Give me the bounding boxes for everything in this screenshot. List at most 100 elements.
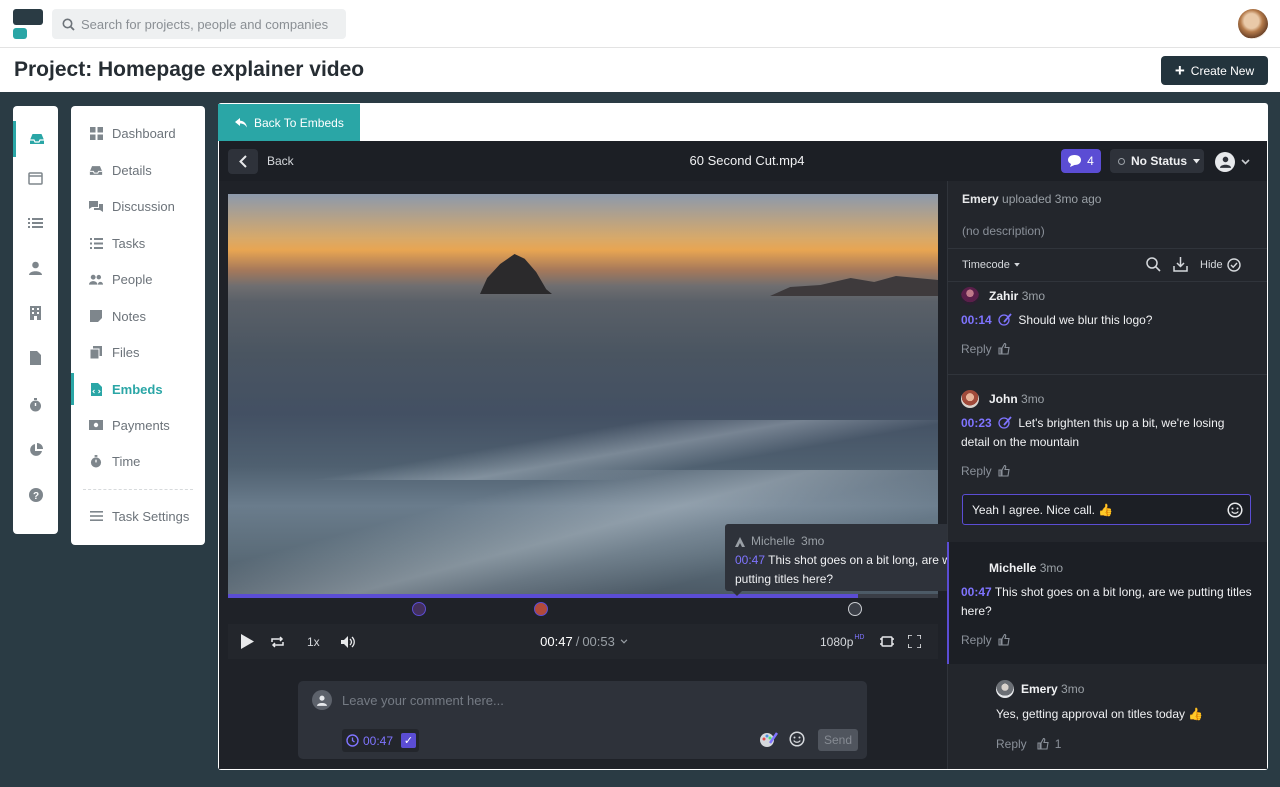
emoji-icon: [789, 731, 805, 747]
fullscreen-button[interactable]: [908, 624, 921, 659]
comment-marker[interactable]: [848, 602, 862, 616]
sort-dropdown[interactable]: Timecode: [962, 259, 1020, 271]
nav-item-files[interactable]: Files: [71, 336, 205, 368]
nav-item-task-settings[interactable]: Task Settings: [71, 500, 205, 532]
create-new-button[interactable]: + Create New: [1161, 56, 1268, 85]
divider: [947, 374, 1267, 375]
reply-button[interactable]: Reply 1: [996, 737, 1061, 751]
files-icon: [89, 345, 103, 359]
timecode-display[interactable]: 00:47 / 00:53: [534, 624, 634, 659]
comment-timecode[interactable]: 00:47: [961, 585, 992, 599]
create-new-label: Create New: [1190, 63, 1255, 78]
timer-icon: [30, 398, 41, 412]
nav-item-label: Payments: [112, 417, 170, 433]
search-input[interactable]: Search for projects, people and companie…: [52, 9, 346, 39]
user-avatar[interactable]: [1238, 9, 1268, 39]
hide-button[interactable]: Hide: [1200, 257, 1241, 272]
avatar: [996, 680, 1014, 698]
loop-button[interactable]: [270, 624, 285, 659]
play-icon: [241, 634, 254, 649]
rail-file[interactable]: [13, 340, 58, 376]
upload-info: Emery uploaded 3mo ago: [962, 192, 1101, 206]
comment-timecode[interactable]: 00:23: [961, 416, 992, 430]
comment-marker[interactable]: [534, 602, 548, 616]
timestamp-toggle[interactable]: 00:47 ✓: [342, 729, 419, 752]
play-button[interactable]: [241, 624, 254, 659]
thumbs-up-icon[interactable]: [998, 465, 1010, 477]
rail-help[interactable]: ?: [13, 477, 58, 513]
fit-screen-button[interactable]: [880, 624, 894, 659]
comment-marker[interactable]: [412, 602, 426, 616]
avatar: [312, 690, 332, 710]
calendar-icon: [28, 171, 43, 185]
reply-button[interactable]: Reply: [961, 342, 1010, 356]
rail-reports[interactable]: [13, 432, 58, 468]
emoji-button[interactable]: [789, 731, 805, 747]
search-placeholder: Search for projects, people and companie…: [81, 16, 329, 32]
current-time: 00:47: [540, 634, 573, 649]
uploader-name: Emery: [962, 192, 999, 206]
back-label[interactable]: Back: [267, 154, 294, 168]
nav-item-tasks[interactable]: Tasks: [71, 227, 205, 259]
avatar-icon: [735, 536, 745, 547]
reply-input[interactable]: Yeah I agree. Nice call. 👍: [962, 494, 1251, 525]
building-icon: [30, 306, 41, 320]
reply-button[interactable]: Reply: [961, 464, 1010, 478]
nav-item-embeds[interactable]: Embeds: [71, 373, 205, 405]
rail-timer[interactable]: [13, 387, 58, 423]
hide-label: Hide: [1200, 258, 1223, 271]
comment-input[interactable]: [342, 688, 842, 712]
search-icon[interactable]: [1146, 257, 1161, 272]
draw-button[interactable]: [760, 731, 778, 748]
person-icon: [29, 261, 42, 275]
nav-item-time[interactable]: Time: [71, 445, 205, 477]
back-to-embeds-button[interactable]: Back To Embeds: [218, 104, 360, 141]
rail-person[interactable]: [13, 250, 58, 286]
tooltip-text: This shot goes on a bit long, are we put…: [735, 553, 958, 586]
comment-body: 00:23 Let's brighten this up a bit, we'r…: [961, 414, 1251, 452]
uploaded-ago: uploaded 3mo ago: [1002, 192, 1102, 206]
search-icon: [62, 18, 75, 31]
rail-building[interactable]: [13, 295, 58, 331]
emoji-icon: [1227, 502, 1243, 518]
user-menu[interactable]: [1215, 151, 1255, 173]
volume-button[interactable]: [341, 624, 355, 659]
comment-timecode[interactable]: 00:14: [961, 313, 992, 327]
rail-inbox[interactable]: [13, 121, 58, 157]
send-button[interactable]: Send: [818, 729, 858, 751]
speed-button[interactable]: 1x: [307, 624, 320, 659]
status-dot-icon: [1118, 157, 1125, 165]
rail-calendar[interactable]: [13, 160, 58, 196]
nav-item-dashboard[interactable]: Dashboard: [71, 117, 205, 149]
person-icon: [317, 695, 327, 706]
comment-count-badge[interactable]: 4: [1061, 149, 1101, 173]
nav-item-payments[interactable]: Payments: [71, 409, 205, 441]
thumbs-up-icon[interactable]: [998, 634, 1010, 646]
checkbox-checked-icon[interactable]: ✓: [401, 733, 416, 748]
thumbs-up-icon[interactable]: [1037, 738, 1049, 750]
chevron-down-icon: [1014, 263, 1020, 267]
thumbs-up-icon[interactable]: [998, 343, 1010, 355]
reply-button[interactable]: Reply: [961, 633, 1010, 647]
rail-list[interactable]: [13, 205, 58, 241]
back-button[interactable]: [228, 149, 258, 174]
nav-item-details[interactable]: Details: [71, 154, 205, 186]
nav-item-people[interactable]: People: [71, 263, 205, 295]
quality-button[interactable]: 1080p HD: [820, 624, 865, 659]
tooltip-ago: 3mo: [801, 534, 825, 548]
emoji-button[interactable]: [1227, 502, 1243, 518]
download-icon[interactable]: [1173, 257, 1188, 272]
nav-item-label: Files: [112, 344, 140, 360]
file-description: (no description): [962, 224, 1045, 238]
nav-item-label: Time: [112, 453, 141, 469]
divider: [947, 248, 1267, 249]
app-logo[interactable]: [13, 9, 43, 39]
chevron-left-icon: [239, 155, 247, 168]
sidebar-tools: Hide: [1146, 257, 1241, 272]
chevron-down-icon: [1193, 158, 1201, 163]
nav-item-notes[interactable]: Notes: [71, 300, 205, 332]
tooltip-timecode: 00:47: [735, 553, 766, 567]
status-dropdown[interactable]: No Status: [1110, 149, 1204, 173]
menu-icon: [89, 509, 103, 523]
nav-item-discussion[interactable]: Discussion: [71, 190, 205, 222]
